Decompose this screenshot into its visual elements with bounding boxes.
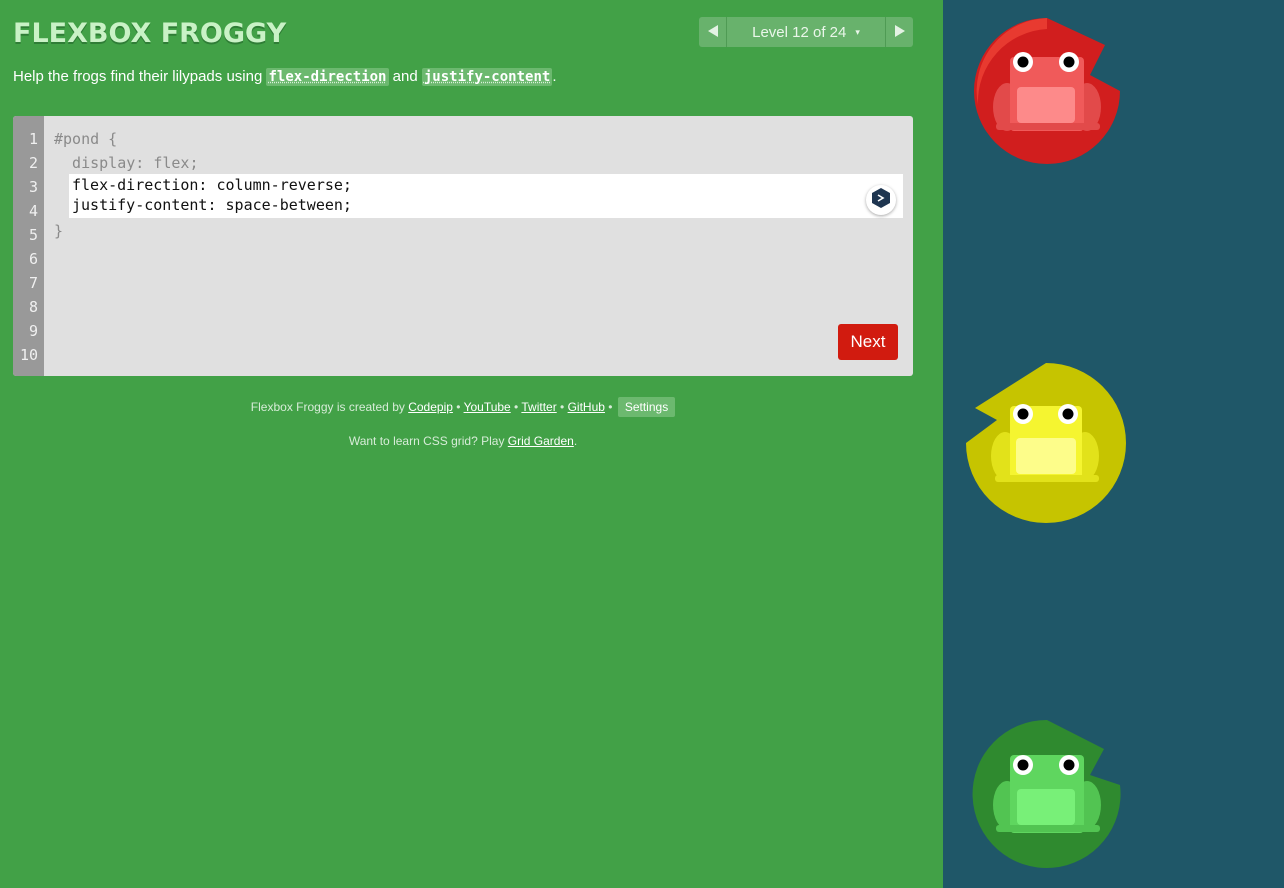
- grid-promo-text: Want to learn CSS grid? Play: [348, 434, 508, 448]
- line-number: 3: [28, 178, 38, 196]
- separator: •: [604, 400, 616, 414]
- level-navigation: Level 12 of 24 ▾: [699, 17, 913, 47]
- code-line-pond-close: }: [54, 222, 64, 240]
- grid-garden-link[interactable]: Grid Garden: [508, 434, 574, 448]
- level-dropdown[interactable]: Level 12 of 24 ▾: [727, 17, 885, 47]
- credits: Flexbox Froggy is created by Codepip • Y…: [0, 397, 926, 417]
- instructions-middle: and: [388, 68, 422, 85]
- youtube-link[interactable]: YouTube: [464, 400, 511, 414]
- grid-garden-promo: Want to learn CSS grid? Play Grid Garden…: [0, 434, 926, 448]
- property-flex-direction[interactable]: flex-direction: [266, 68, 389, 86]
- line-number: 4: [28, 202, 38, 220]
- code-line-pond-open: #pond {: [54, 130, 118, 148]
- grid-promo-suffix: .: [573, 434, 578, 448]
- instructions-prefix: Help the frogs find their lilypads using: [13, 68, 267, 85]
- code-editor: 1 2 3 4 5 6 7 8 9 10 #pond { display: fl…: [13, 116, 913, 376]
- level-text: Level 12 of 24: [752, 23, 847, 41]
- credit-text: Flexbox Froggy is created by: [250, 400, 409, 414]
- previous-level-button[interactable]: [699, 17, 727, 47]
- green-frog-on-lilypad: [972, 719, 1121, 868]
- line-number: 5: [28, 226, 38, 244]
- line-number-gutter: 1 2 3 4 5 6 7 8 9 10: [13, 116, 44, 376]
- triangle-right-icon: [894, 24, 905, 40]
- line-number: 2: [28, 154, 38, 172]
- line-number: 9: [28, 322, 38, 340]
- settings-button[interactable]: Settings: [617, 397, 676, 417]
- triangle-left-icon: [707, 24, 718, 40]
- line-number: 1: [28, 130, 38, 148]
- instructions-suffix: .: [552, 68, 557, 85]
- chevron-down-icon: ▾: [855, 26, 860, 37]
- line-number: 10: [19, 346, 38, 364]
- yellow-frog-on-lilypad: [966, 363, 1126, 523]
- instructions: Help the frogs find their lilypads using…: [13, 66, 556, 88]
- sidebar: FLEXBOX FROGGY Level 12 of 24 ▾ Help the…: [0, 0, 943, 888]
- hexagon-extension-icon: [872, 187, 890, 213]
- codepip-link[interactable]: Codepip: [408, 400, 453, 414]
- css-input-area: [69, 174, 903, 219]
- red-frog-on-lilypad: [974, 18, 1120, 164]
- twitter-link[interactable]: Twitter: [521, 400, 556, 414]
- separator: •: [452, 400, 464, 414]
- github-link[interactable]: GitHub: [568, 400, 605, 414]
- pond: [943, 0, 1284, 888]
- line-number: 8: [28, 298, 38, 316]
- separator: •: [556, 400, 568, 414]
- next-button[interactable]: Next: [838, 324, 898, 360]
- separator: •: [510, 400, 522, 414]
- code-line-display: display: flex;: [54, 154, 199, 172]
- extension-button[interactable]: [866, 185, 896, 215]
- line-number: 6: [28, 250, 38, 268]
- next-level-button[interactable]: [885, 17, 913, 47]
- css-code-input[interactable]: [69, 174, 852, 219]
- line-number: 7: [28, 274, 38, 292]
- app-title: FLEXBOX FROGGY: [13, 18, 287, 49]
- property-justify-content[interactable]: justify-content: [421, 68, 553, 86]
